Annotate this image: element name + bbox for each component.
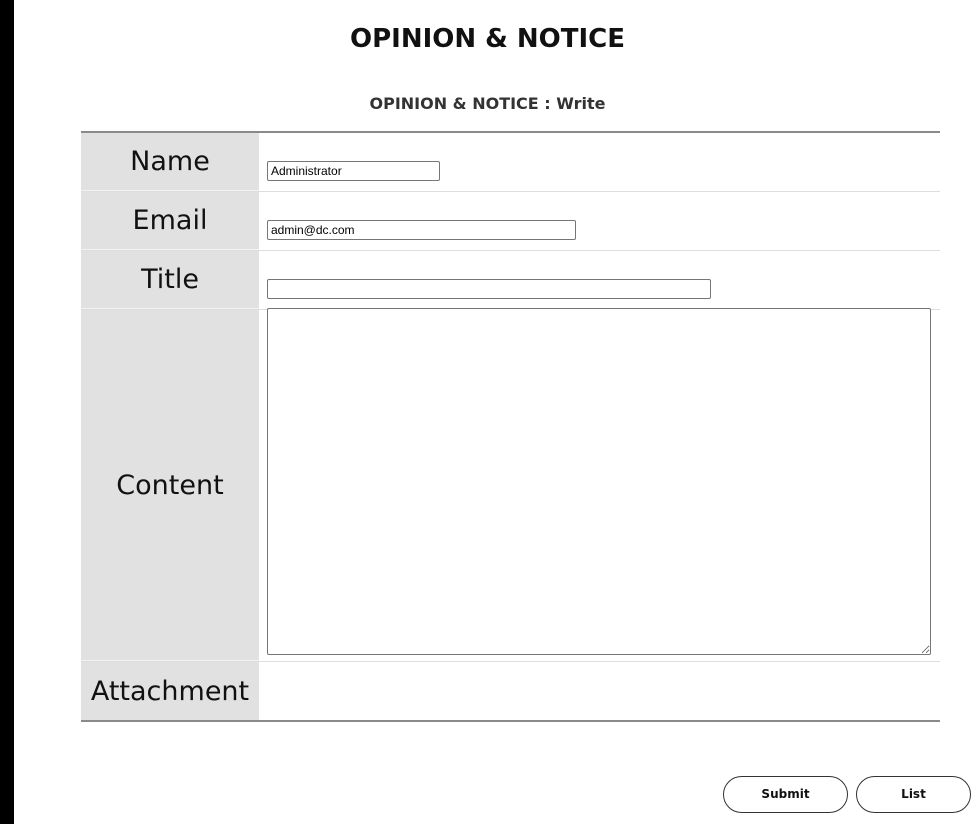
email-field-cell: [259, 192, 940, 250]
email-label: Email: [81, 192, 259, 250]
page-title: OPINION & NOTICE: [349, 24, 626, 54]
name-label: Name: [81, 133, 259, 191]
title-field-cell: [259, 251, 940, 309]
form-row-name: Name: [81, 133, 940, 192]
email-input[interactable]: [267, 220, 576, 240]
content-label: Content: [81, 310, 259, 661]
form-row-title: Title: [81, 251, 940, 310]
content-textarea[interactable]: [267, 308, 931, 655]
page-subtitle: OPINION & NOTICE : Write: [369, 94, 606, 113]
name-input[interactable]: [267, 161, 440, 181]
name-field-cell: [259, 133, 940, 191]
title-label: Title: [81, 251, 259, 309]
form-row-email: Email: [81, 192, 940, 251]
form-row-content: Content: [81, 308, 940, 662]
submit-button[interactable]: Submit: [723, 776, 848, 813]
page: OPINION & NOTICE OPINION & NOTICE : Writ…: [14, 0, 976, 824]
list-button[interactable]: List: [856, 776, 971, 813]
title-input[interactable]: [267, 279, 711, 299]
form-row-attachment: Attachment: [81, 662, 940, 720]
attachment-field-cell: [259, 662, 940, 720]
attachment-label: Attachment: [81, 662, 259, 720]
write-form: Name Email Title Content Attachment: [81, 131, 940, 722]
content-field-cell: [259, 308, 940, 661]
